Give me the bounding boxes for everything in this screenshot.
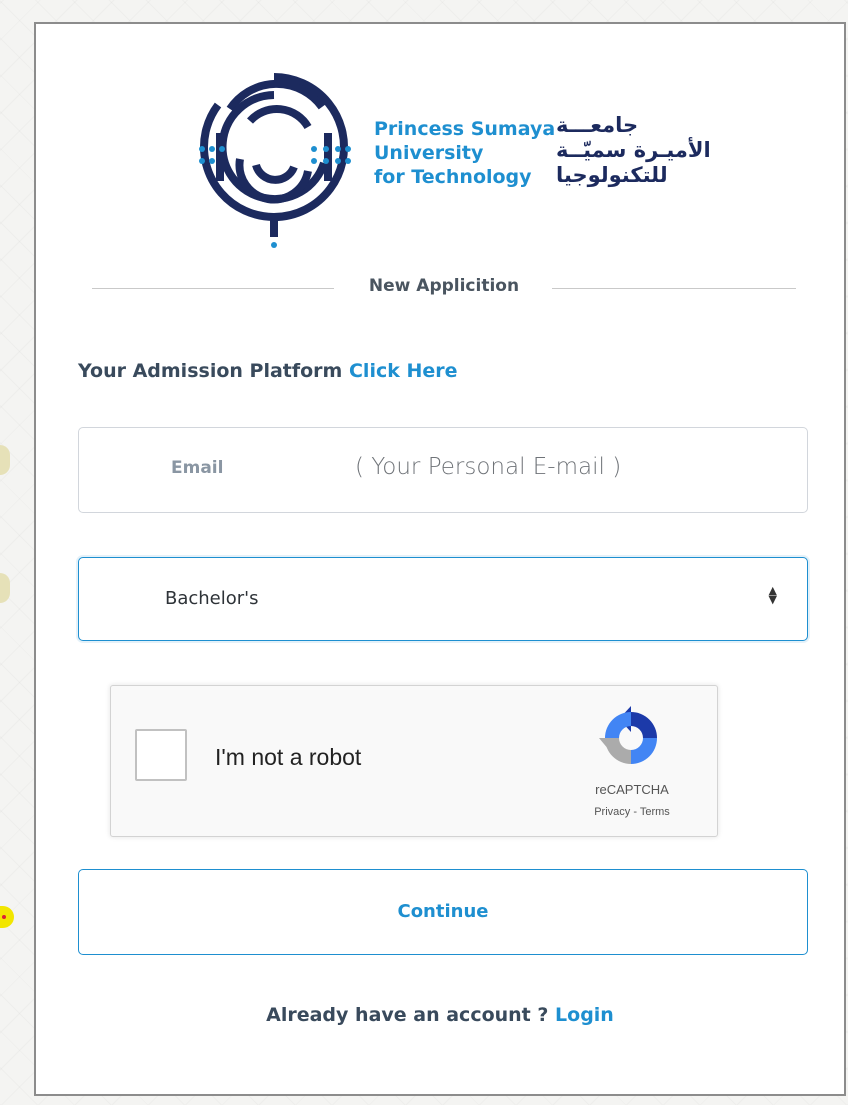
recaptcha-link-separator: - [630, 806, 640, 818]
login-prompt: Already have an account ? Login [36, 1004, 844, 1026]
section-divider: New Applicition [92, 272, 796, 302]
recaptcha-terms-link[interactable]: Terms [640, 806, 670, 818]
recaptcha-widget: I'm not a robot reCAPTCHA Privacy - Term… [110, 685, 718, 837]
recaptcha-links: Privacy - Terms [573, 806, 691, 818]
email-label: Email [171, 458, 224, 478]
admission-platform-text: Your Admission Platform Click Here [78, 360, 458, 382]
recaptcha-logo-icon [599, 706, 657, 764]
logo-english-line: University [374, 142, 484, 164]
admission-click-here-link[interactable]: Click Here [349, 360, 458, 382]
continue-label: Continue [397, 901, 489, 922]
psut-logo-mark [199, 73, 351, 248]
login-prompt-text: Already have an account ? [266, 1004, 549, 1026]
degree-select-value: Bachelor's [165, 588, 259, 609]
logo-arabic-name: جامعـــة الأميـرة سميّــة للتكنولوجيا [556, 113, 712, 188]
recaptcha-checkbox[interactable] [135, 729, 187, 781]
email-field[interactable]: Email ( Your Personal E-mail ) [78, 427, 808, 513]
section-title: New Applicition [368, 276, 520, 296]
logo-arabic-line: الأميـرة سميّــة [556, 138, 711, 162]
email-hint: ( Your Personal E-mail ) [355, 454, 622, 480]
logo-english-name: Princess Sumaya University for Technolog… [374, 117, 574, 189]
recaptcha-privacy-link[interactable]: Privacy [594, 806, 630, 818]
degree-select[interactable]: Bachelor's ▲ ▼ [78, 557, 808, 641]
continue-button[interactable]: Continue [78, 869, 808, 955]
recaptcha-label: I'm not a robot [215, 744, 362, 770]
application-card: Princess Sumaya University for Technolog… [34, 22, 846, 1096]
logo-english-line: for Technology [374, 166, 532, 188]
admission-prefix: Your Admission Platform [78, 360, 343, 382]
logo-arabic-line: جامعـــة [556, 113, 639, 137]
recaptcha-brand: reCAPTCHA [595, 782, 669, 797]
logo-english-line: Princess Sumaya [374, 118, 556, 140]
logo-arabic-line: للتكنولوجيا [556, 163, 668, 187]
university-logo: Princess Sumaya University for Technolog… [196, 69, 716, 259]
login-link[interactable]: Login [555, 1004, 614, 1026]
sort-arrows-icon: ▲ ▼ [768, 584, 777, 606]
